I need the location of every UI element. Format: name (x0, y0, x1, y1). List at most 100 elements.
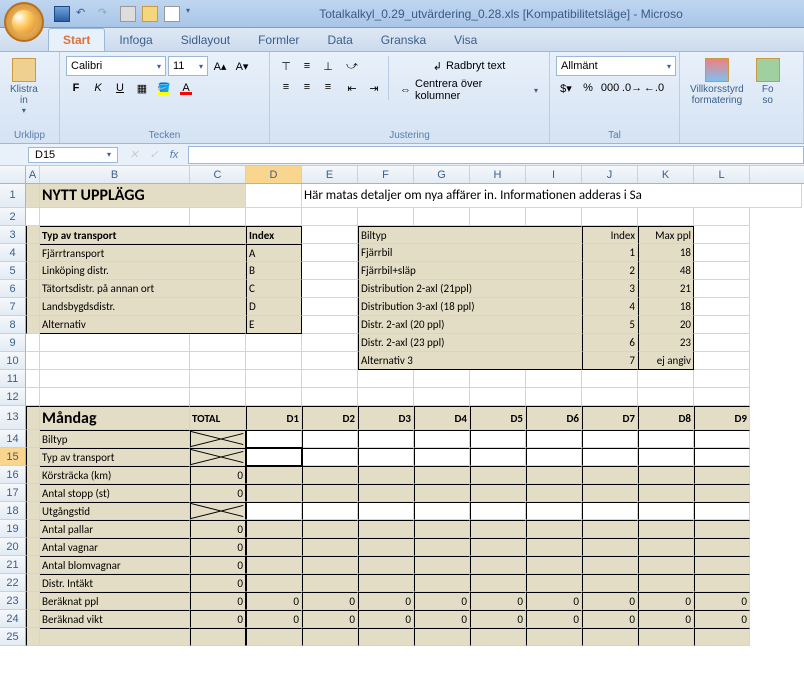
row-header-11[interactable]: 11 (0, 370, 26, 388)
cell[interactable] (302, 556, 358, 574)
cell[interactable]: 6 (582, 334, 638, 352)
cell[interactable] (638, 538, 694, 556)
cell[interactable] (26, 628, 40, 646)
cell[interactable] (246, 184, 302, 208)
cell[interactable] (246, 484, 302, 502)
row-header-14[interactable]: 14 (0, 430, 26, 448)
cell[interactable] (470, 370, 526, 388)
row-header-15[interactable]: 15 (0, 448, 26, 466)
cell[interactable] (302, 298, 358, 316)
row-header-8[interactable]: 8 (0, 316, 26, 334)
cell[interactable] (694, 298, 750, 316)
cell[interactable] (526, 430, 582, 448)
align-center-button[interactable]: ≡ (297, 77, 317, 97)
row-header-7[interactable]: 7 (0, 298, 26, 316)
font-color-button[interactable]: A (176, 78, 196, 98)
cell[interactable] (638, 502, 694, 520)
cell[interactable] (638, 520, 694, 538)
cell[interactable] (414, 502, 470, 520)
cell[interactable] (470, 466, 526, 484)
cell[interactable] (40, 352, 190, 370)
cell[interactable] (26, 244, 40, 262)
cell[interactable] (526, 556, 582, 574)
cell[interactable] (246, 502, 302, 520)
row-header-18[interactable]: 18 (0, 502, 26, 520)
cell[interactable] (414, 370, 470, 388)
cell[interactable] (302, 502, 358, 520)
cell[interactable] (40, 208, 190, 226)
cell[interactable]: D9 (694, 406, 750, 430)
cell[interactable] (470, 448, 526, 466)
cell[interactable]: 0 (190, 466, 246, 484)
cell[interactable] (302, 334, 358, 352)
cell[interactable]: 2 (582, 262, 638, 280)
underline-button[interactable]: U (110, 78, 130, 98)
cell[interactable] (26, 556, 40, 574)
spreadsheet[interactable]: ABCDEFGHIJKL 1NYTT UPPLÄGGHär matas deta… (0, 166, 804, 700)
new-icon[interactable] (164, 6, 180, 22)
cell[interactable] (26, 574, 40, 592)
cell[interactable] (302, 430, 358, 448)
cell[interactable]: 0 (358, 610, 414, 628)
cell[interactable] (26, 208, 40, 226)
cell[interactable] (26, 430, 40, 448)
cell[interactable]: A (246, 244, 302, 262)
cell[interactable]: 0 (190, 484, 246, 502)
col-header-D[interactable]: D (246, 166, 302, 183)
comma-button[interactable]: 000 (600, 78, 620, 98)
redo-icon[interactable]: ↷ (98, 6, 114, 22)
cell[interactable] (414, 484, 470, 502)
cell[interactable] (246, 538, 302, 556)
cell[interactable]: Distribution 3-axl (18 ppl) (358, 298, 582, 316)
cell[interactable] (414, 208, 470, 226)
tab-infoga[interactable]: Infoga (105, 29, 166, 51)
cell[interactable] (302, 448, 358, 466)
cell[interactable] (526, 448, 582, 466)
cell[interactable] (694, 262, 750, 280)
cell[interactable] (26, 184, 40, 208)
tab-formler[interactable]: Formler (244, 29, 313, 51)
cell[interactable]: 4 (582, 298, 638, 316)
cell[interactable]: Fjärrbil+släp (358, 262, 582, 280)
office-button[interactable] (4, 2, 44, 42)
cell[interactable] (302, 352, 358, 370)
cell[interactable] (582, 430, 638, 448)
qat-more-icon[interactable]: ▾ (186, 6, 202, 22)
cell[interactable] (414, 628, 470, 646)
cell[interactable]: 0 (414, 610, 470, 628)
cell[interactable] (358, 574, 414, 592)
cell[interactable]: TOTAL (190, 406, 246, 430)
cell[interactable] (358, 430, 414, 448)
cell[interactable] (470, 538, 526, 556)
cell[interactable] (582, 208, 638, 226)
cell[interactable]: 0 (470, 592, 526, 610)
cell[interactable]: 0 (190, 610, 246, 628)
cell[interactable] (694, 226, 750, 244)
cell[interactable] (470, 484, 526, 502)
cell[interactable] (302, 388, 358, 406)
bold-button[interactable]: F (66, 78, 86, 98)
cell[interactable]: 48 (638, 262, 694, 280)
cell[interactable]: Typ av transport (40, 226, 246, 244)
cell[interactable] (582, 538, 638, 556)
cell[interactable] (470, 628, 526, 646)
cell[interactable]: Alternativ 3 (358, 352, 582, 370)
cell[interactable]: 21 (638, 280, 694, 298)
cell[interactable] (358, 502, 414, 520)
cell[interactable] (414, 430, 470, 448)
row-header-17[interactable]: 17 (0, 484, 26, 502)
cell[interactable] (526, 388, 582, 406)
cell[interactable] (302, 466, 358, 484)
cell[interactable] (638, 628, 694, 646)
cell[interactable] (694, 538, 750, 556)
cell[interactable]: D6 (526, 406, 582, 430)
tab-sidlayout[interactable]: Sidlayout (167, 29, 244, 51)
cell[interactable] (26, 226, 40, 244)
cell[interactable]: 0 (414, 592, 470, 610)
col-header-H[interactable]: H (470, 166, 526, 183)
row-header-10[interactable]: 10 (0, 352, 26, 370)
cell[interactable] (26, 334, 40, 352)
cell[interactable]: Antal blomvagnar (40, 556, 190, 574)
cell[interactable]: D3 (358, 406, 414, 430)
cell[interactable]: Tätortsdistr. på annan ort (40, 280, 246, 298)
